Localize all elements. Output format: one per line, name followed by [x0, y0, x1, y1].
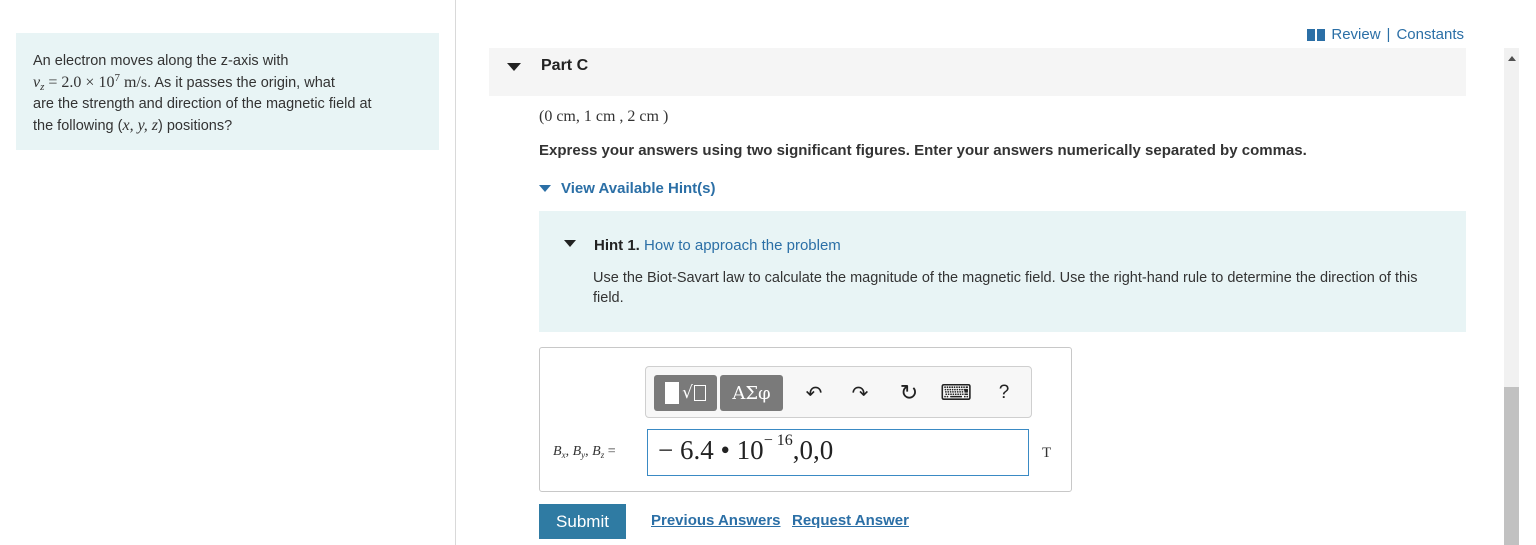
problem-line-2: vz = 2.0 × 107 m/s. As it passes the ori… [33, 72, 335, 93]
answer-instructions: Express your answers using two significa… [539, 142, 1307, 159]
scrollbar-thumb[interactable] [1504, 387, 1519, 545]
view-hints-toggle[interactable]: View Available Hint(s) [539, 180, 716, 197]
chevron-down-icon [539, 185, 551, 192]
problem-line-4: the following (x, y, z) positions? [33, 117, 233, 134]
link-separator: | [1386, 26, 1391, 43]
previous-answers-link[interactable]: Previous Answers [651, 512, 781, 529]
answer-label: Bx, By, Bz = [553, 444, 616, 460]
answer-value: − 6.4 • 10− 16,0,0 [658, 432, 834, 466]
submit-button[interactable]: Submit [539, 504, 626, 539]
radical-icon: √ [682, 383, 693, 403]
hint-number: Hint 1. [594, 237, 640, 254]
greek-symbols-button[interactable]: ΑΣφ [720, 375, 783, 411]
position-coordinates: (0 cm, 1 cm , 2 cm ) [539, 108, 669, 125]
keyboard-icon[interactable]: ⌨ [940, 379, 972, 407]
reset-icon[interactable]: ↻ [895, 379, 923, 407]
problem-line-1: An electron moves along the z-axis with [33, 53, 289, 69]
template-box-icon [693, 385, 706, 401]
book-icon [1307, 28, 1326, 41]
templates-button[interactable]: √ [654, 375, 717, 411]
answer-unit: T [1042, 445, 1052, 461]
math-toolbar: √ ΑΣφ ↶ ↷ ↻ ⌨ ? [645, 366, 1032, 418]
hint-1-title[interactable]: Hint 1. How to approach the problem [594, 237, 841, 254]
redo-icon[interactable]: ↷ [846, 379, 874, 407]
part-title: Part C [541, 57, 589, 74]
hint-1-body: Use the Biot-Savart law to calculate the… [593, 270, 1418, 306]
answer-input[interactable]: − 6.4 • 10− 16,0,0 [647, 429, 1029, 476]
template-square-icon [665, 382, 680, 404]
problem-pane: An electron moves along the z-axis with … [0, 0, 456, 545]
collapse-triangle-icon[interactable] [507, 63, 521, 71]
problem-line-3: are the strength and direction of the ma… [33, 96, 372, 112]
request-answer-link[interactable]: Request Answer [792, 512, 909, 529]
view-hints-label: View Available Hint(s) [561, 180, 716, 197]
velocity-expression: vz = 2.0 × 107 m/s [33, 72, 148, 93]
hint-panel: Hint 1. How to approach the problem Use … [539, 211, 1466, 332]
undo-icon[interactable]: ↶ [800, 379, 828, 407]
review-constants-bar: Review | Constants [1307, 26, 1464, 43]
hint-title-text: How to approach the problem [644, 237, 841, 254]
review-link[interactable]: Review [1331, 26, 1380, 43]
help-icon[interactable]: ? [990, 379, 1018, 407]
part-header[interactable]: Part C [489, 48, 1466, 96]
hint-collapse-triangle-icon[interactable] [564, 240, 576, 247]
problem-statement: An electron moves along the z-axis with … [16, 33, 439, 150]
constants-link[interactable]: Constants [1396, 26, 1464, 43]
scrollbar[interactable] [1504, 48, 1519, 545]
answer-area: √ ΑΣφ ↶ ↷ ↻ ⌨ ? Bx, By, Bz = − 6.4 • 10−… [539, 347, 1072, 492]
scroll-up-arrow-icon[interactable] [1508, 56, 1516, 61]
